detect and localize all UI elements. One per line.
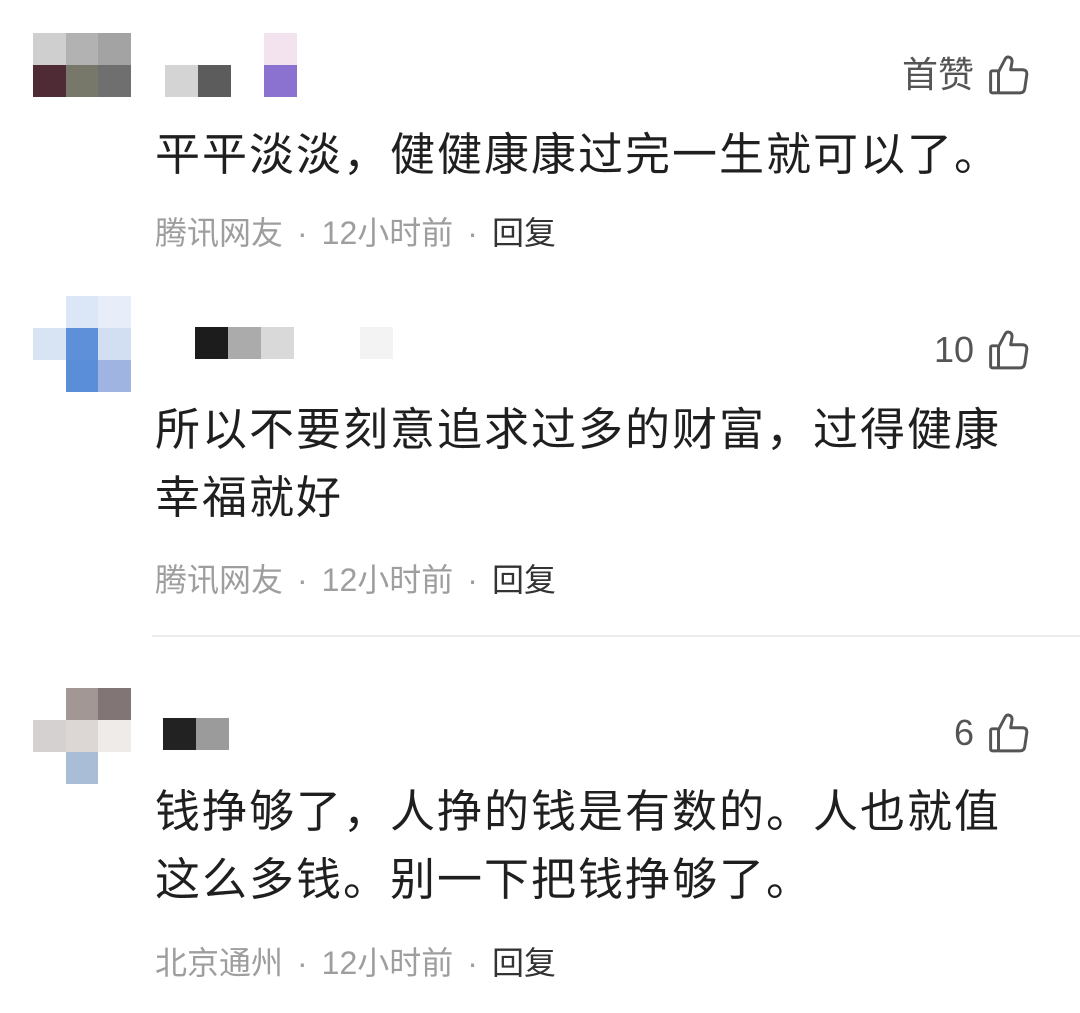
- meta-separator: ·: [467, 562, 478, 598]
- avatar[interactable]: [33, 296, 131, 392]
- mosaic-cell: [65, 752, 98, 784]
- mosaic-row: [33, 33, 131, 65]
- mosaic-row: [33, 296, 131, 328]
- like-count: 6: [953, 712, 974, 753]
- mosaic-cell: [360, 327, 393, 359]
- mosaic-row: [33, 360, 131, 392]
- comment-meta: 腾讯网友 · 12小时前 · 回复: [155, 213, 556, 253]
- mosaic-cell: [98, 328, 131, 360]
- comment-text: 平平淡淡，健健康康过完一生就可以了。: [155, 129, 1002, 180]
- mosaic-cell: [294, 327, 327, 359]
- comment-location: 腾讯网友: [155, 215, 284, 251]
- username-redacted[interactable]: [165, 33, 297, 97]
- comment-time: 12小时前: [321, 562, 454, 598]
- comment-location: 北京通州: [155, 945, 284, 981]
- mosaic-cell: [33, 33, 66, 65]
- mosaic-cell: [98, 33, 131, 65]
- comment-item: 首赞 平平淡淡，健健康康过完一生就可以了。 腾讯网友 · 12小时前 · 回复: [0, 0, 1080, 270]
- mosaic-cell: [198, 65, 231, 97]
- mosaic-cell: [65, 65, 98, 97]
- meta-separator: ·: [467, 945, 478, 981]
- comment-item: 10 所以不要刻意追求过多的财富，过得健康幸福就好 腾讯网友 · 12小时前 ·…: [0, 270, 1080, 636]
- meta-separator: ·: [467, 215, 478, 251]
- username-redacted[interactable]: [163, 718, 229, 750]
- mosaic-cell: [98, 720, 131, 752]
- mosaic-cell: [231, 33, 264, 65]
- reply-button[interactable]: 回复: [492, 560, 556, 600]
- meta-separator: ·: [297, 945, 308, 981]
- mosaic-cell: [65, 688, 98, 720]
- mosaic-row: [165, 33, 297, 65]
- like-button[interactable]: 6: [954, 710, 1030, 756]
- mosaic-row: [33, 65, 131, 97]
- mosaic-cell: [195, 327, 228, 359]
- mosaic-row: [165, 65, 297, 97]
- mosaic-cell: [165, 65, 198, 97]
- mosaic-cell: [33, 688, 66, 720]
- reply-button[interactable]: 回复: [492, 213, 556, 253]
- mosaic-row: [33, 328, 131, 360]
- avatar[interactable]: [33, 33, 131, 97]
- comment-time: 12小时前: [321, 945, 454, 981]
- mosaic-cell: [327, 327, 360, 359]
- mosaic-cell: [65, 296, 98, 328]
- thumbs-up-icon[interactable]: [988, 712, 1030, 754]
- comment-text: 所以不要刻意追求过多的财富，过得健康幸福就好: [155, 404, 1002, 523]
- avatar[interactable]: [33, 688, 131, 784]
- comment-text: 钱挣够了，人挣的钱是有数的。人也就值这么多钱。别一下把钱挣够了。: [155, 786, 1002, 905]
- comment-location: 腾讯网友: [155, 562, 284, 598]
- mosaic-row: [33, 688, 131, 720]
- mosaic-row: [33, 720, 131, 752]
- mosaic-cell: [33, 360, 66, 392]
- comment-time: 12小时前: [321, 215, 454, 251]
- mosaic-cell: [65, 33, 98, 65]
- mosaic-cell: [264, 33, 297, 65]
- comment-item: 6 钱挣够了，人挣的钱是有数的。人也就值这么多钱。别一下把钱挣够了。 北京通州 …: [0, 638, 1080, 1013]
- mosaic-cell: [65, 328, 98, 360]
- mosaic-cell: [196, 718, 229, 750]
- like-button[interactable]: 首赞: [902, 52, 1030, 98]
- mosaic-row: [163, 718, 229, 750]
- mosaic-cell: [98, 65, 131, 97]
- like-label: 首赞: [901, 54, 974, 95]
- username-redacted[interactable]: [195, 327, 393, 359]
- thumbs-up-icon[interactable]: [988, 329, 1030, 371]
- comment-meta: 北京通州 · 12小时前 · 回复: [155, 943, 556, 983]
- mosaic-cell: [98, 688, 131, 720]
- like-count: 10: [933, 329, 974, 370]
- like-button[interactable]: 10: [934, 327, 1030, 373]
- mosaic-cell: [231, 65, 264, 97]
- mosaic-cell: [33, 328, 66, 360]
- mosaic-row: [33, 752, 131, 784]
- comment-list: 首赞 平平淡淡，健健康康过完一生就可以了。 腾讯网友 · 12小时前 · 回复 …: [0, 0, 1080, 1013]
- meta-separator: ·: [297, 562, 308, 598]
- mosaic-cell: [98, 296, 131, 328]
- mosaic-cell: [264, 65, 297, 97]
- mosaic-cell: [261, 327, 294, 359]
- mosaic-cell: [65, 360, 98, 392]
- comment-meta: 腾讯网友 · 12小时前 · 回复: [155, 560, 556, 600]
- mosaic-cell: [65, 720, 98, 752]
- mosaic-cell: [228, 327, 261, 359]
- mosaic-cell: [163, 718, 196, 750]
- mosaic-cell: [33, 752, 66, 784]
- mosaic-row: [195, 327, 393, 359]
- reply-button[interactable]: 回复: [492, 943, 556, 983]
- meta-separator: ·: [297, 215, 308, 251]
- thumbs-up-icon[interactable]: [988, 54, 1030, 96]
- mosaic-cell: [98, 752, 131, 784]
- mosaic-cell: [33, 65, 66, 97]
- mosaic-cell: [33, 296, 66, 328]
- mosaic-cell: [98, 360, 131, 392]
- mosaic-cell: [198, 33, 231, 65]
- mosaic-cell: [33, 720, 66, 752]
- mosaic-cell: [165, 33, 198, 65]
- divider: [152, 635, 1080, 637]
